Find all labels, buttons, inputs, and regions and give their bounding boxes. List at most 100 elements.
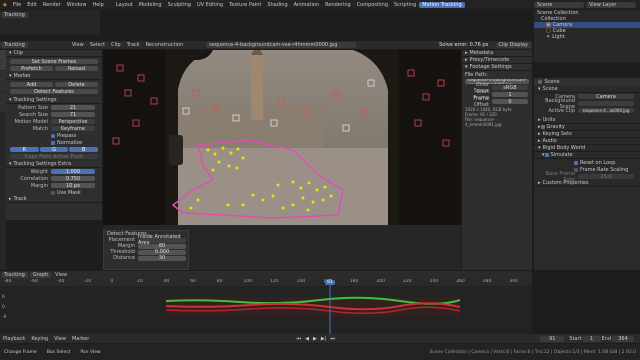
metadata-header[interactable]: ▸ Metadata: [462, 50, 532, 57]
copy-from-active-button[interactable]: Copy From Active Track: [10, 154, 98, 160]
graph-mode-dropdown[interactable]: Tracking: [1, 272, 28, 278]
menu-file[interactable]: File: [10, 2, 24, 8]
clip-menu-reconstruction[interactable]: Reconstruction: [143, 42, 186, 48]
custom-properties-section[interactable]: ▸ Custom Properties: [534, 180, 640, 187]
workspace-sculpting[interactable]: Sculpting: [165, 2, 194, 8]
workspace-layout[interactable]: Layout: [113, 2, 136, 8]
clip-menu-select[interactable]: Select: [87, 42, 108, 48]
gravity-section[interactable]: ▸ Gravity: [534, 124, 640, 131]
menu-help[interactable]: Help: [89, 2, 106, 8]
search-size-field[interactable]: 71: [51, 112, 95, 118]
weight-field[interactable]: 1.000: [51, 169, 95, 175]
workspace-compositing[interactable]: Compositing: [354, 2, 391, 8]
detect-features-button[interactable]: Detect Features: [10, 89, 98, 95]
workspace-rendering[interactable]: Rendering: [322, 2, 354, 8]
keying-sets-section[interactable]: ▸ Keying Sets: [534, 131, 640, 138]
audio-section[interactable]: ▸ Audio: [534, 138, 640, 145]
simulate-checkbox[interactable]: [544, 153, 549, 157]
clip-menu-clip[interactable]: Clip: [108, 42, 123, 48]
normalize-row[interactable]: Normalize: [6, 139, 102, 146]
delete-marker-button[interactable]: Delete: [55, 82, 98, 88]
frame-offset-field[interactable]: 0: [492, 99, 528, 105]
workspace-modeling[interactable]: Modeling: [136, 2, 165, 8]
clip-viewport[interactable]: Detect Features Placement Inside Annotate…: [103, 50, 461, 270]
play-icon[interactable]: ▶: [313, 336, 317, 342]
workspace-motion-tracking[interactable]: Motion Tracking: [419, 1, 465, 8]
clip-selector[interactable]: sequence-4-backgroundcam-vse-r4hmmm0000.…: [206, 42, 357, 48]
clip-mode-dropdown[interactable]: Tracking: [1, 42, 28, 48]
channel-g-toggle[interactable]: G: [39, 147, 69, 153]
camera-field[interactable]: Camera: [578, 94, 634, 100]
workspace-scripting[interactable]: Scripting: [391, 2, 419, 8]
graph-view-dropdown[interactable]: Graph: [29, 272, 52, 278]
editor-mode-dropdown[interactable]: Tracking: [1, 12, 28, 18]
prefetch-button[interactable]: Prefetch: [10, 66, 53, 72]
margin-field[interactable]: 10 px: [51, 183, 95, 189]
use-mask-checkbox[interactable]: [51, 190, 55, 195]
active-clip-field[interactable]: sequence-4...ok000.jpg: [578, 108, 634, 113]
menu-render[interactable]: Render: [40, 2, 64, 8]
simulate-section[interactable]: ▾ Simulate: [534, 152, 640, 159]
menu-window[interactable]: Window: [64, 2, 90, 8]
scene-section-header[interactable]: ▾ Scene: [534, 86, 640, 93]
threshold-field[interactable]: 0.000: [138, 249, 186, 255]
base-frame-rate-field[interactable]: 25.0: [578, 174, 634, 180]
workspace-texture-paint[interactable]: Texture Paint: [226, 2, 264, 8]
graph-area[interactable]: -80-60-40-200204060801001201401601802002…: [0, 279, 532, 334]
graph-current-frame[interactable]: 91: [325, 280, 335, 285]
clip-menu-track[interactable]: Track: [124, 42, 143, 48]
units-section[interactable]: ▸ Units: [534, 117, 640, 124]
tracking-extra-header[interactable]: ▾ Tracking Settings Extra: [6, 161, 102, 168]
start-frame-input[interactable]: 1: [582, 335, 601, 342]
step-back-icon[interactable]: ◀: [305, 336, 309, 342]
channel-r-toggle[interactable]: R: [10, 147, 39, 153]
start-frame-field[interactable]: 1: [492, 92, 528, 98]
workspace-animation[interactable]: Animation: [291, 2, 323, 8]
normalize-checkbox[interactable]: [51, 140, 55, 145]
timeline-menu-marker[interactable]: Marker: [69, 336, 92, 342]
background-field[interactable]: [578, 101, 634, 106]
clip-panel-header[interactable]: ▾ Clip: [6, 50, 102, 57]
timeline-menu-keying[interactable]: Keying: [28, 336, 51, 342]
menu-edit[interactable]: Edit: [24, 2, 40, 8]
gravity-checkbox[interactable]: [540, 125, 545, 129]
workspace-uv-editing[interactable]: UV Editing: [194, 2, 226, 8]
rigid-body-section[interactable]: ▾ Rigid Body World: [534, 145, 640, 152]
use-mask-row[interactable]: Use Mask: [6, 189, 102, 196]
prepass-checkbox[interactable]: [51, 133, 55, 138]
timeline-menu-playback[interactable]: Playback: [0, 336, 28, 342]
jump-end-icon[interactable]: ⏭: [330, 336, 335, 342]
reload-button[interactable]: Reload: [55, 66, 98, 72]
current-frame-field[interactable]: 91: [540, 335, 565, 342]
marker-panel-header[interactable]: ▾ Marker: [6, 73, 102, 80]
correlation-field[interactable]: 0.750: [51, 176, 95, 182]
set-scene-frames-button[interactable]: Set Scene Frames: [10, 59, 98, 65]
view-layer-selector[interactable]: View Layer: [586, 1, 636, 8]
popup-margin-field[interactable]: 80: [138, 243, 186, 249]
clip-menu-view[interactable]: View: [69, 42, 87, 48]
motion-model-dropdown[interactable]: Perspective: [51, 119, 95, 125]
step-forward-icon[interactable]: ▶|: [321, 336, 327, 342]
reset-on-loop-row[interactable]: Reset on Loop: [534, 159, 640, 166]
pattern-size-field[interactable]: 21: [51, 105, 95, 111]
timeline-menu-view[interactable]: View: [51, 336, 69, 342]
color-space-dropdown[interactable]: sRGB: [492, 85, 528, 91]
tracking-settings-header[interactable]: ▾ Tracking Settings: [6, 97, 102, 104]
footage-settings-header[interactable]: ▾ Footage Settings: [462, 64, 532, 71]
clip-display-dropdown[interactable]: Clip Display: [495, 42, 531, 48]
add-marker-button[interactable]: Add: [10, 82, 53, 88]
channel-b-toggle[interactable]: B: [69, 147, 99, 153]
proxy-header[interactable]: ▸ Proxy/Timecode: [462, 57, 532, 64]
placement-dropdown[interactable]: Inside Annotated Area: [138, 234, 186, 246]
prepass-row[interactable]: Prepass: [6, 132, 102, 139]
track-panel-header[interactable]: ▸ Track: [6, 196, 102, 203]
distance-field[interactable]: 30: [138, 255, 186, 261]
jump-start-icon[interactable]: ⏮: [297, 336, 302, 342]
match-dropdown[interactable]: Keyframe: [51, 126, 95, 132]
blender-logo-icon[interactable]: ◆: [0, 2, 10, 8]
graph-menu-view[interactable]: View: [52, 272, 70, 278]
workspace-shading[interactable]: Shading: [264, 2, 290, 8]
scene-selector[interactable]: Scene: [534, 1, 584, 8]
reset-on-loop-checkbox[interactable]: [574, 160, 578, 165]
outliner-item-light[interactable]: ✦ Light: [534, 34, 640, 40]
